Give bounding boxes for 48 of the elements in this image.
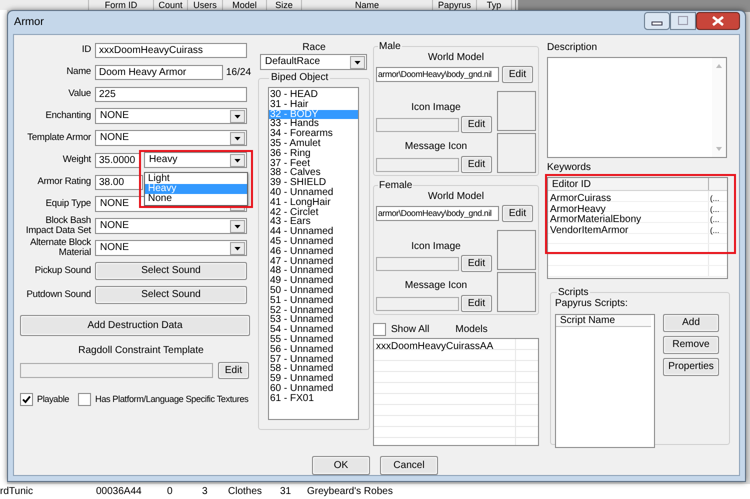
table-cell: ArmorMaterialEbony bbox=[550, 214, 642, 226]
section-label: Ragdoll Constraint Template bbox=[78, 345, 204, 357]
checkbox-label: Has Platform/Language Specific Textures bbox=[95, 393, 248, 406]
field-label: Weight bbox=[62, 155, 92, 165]
table-cell: VendorItemArmor bbox=[550, 225, 628, 236]
field-label: Papyrus Scripts: bbox=[555, 298, 629, 310]
table-cell: Greybeard's Robes bbox=[307, 486, 393, 498]
table-cell: (... bbox=[710, 194, 720, 203]
table-cell: ArmorHeavy bbox=[550, 204, 606, 215]
field-label: Putdown Sound bbox=[26, 290, 92, 300]
field-label: ID bbox=[80, 45, 92, 55]
table-cell: 00036A44 bbox=[96, 486, 142, 498]
field-label: Name bbox=[65, 67, 92, 77]
table-cell: 31 bbox=[280, 486, 292, 498]
field-label: Description bbox=[547, 42, 598, 54]
table-cell: Clothes bbox=[228, 486, 262, 498]
group-title: Biped Object bbox=[270, 72, 330, 84]
table-cell: 3 bbox=[202, 486, 208, 498]
field-label: Armor Rating bbox=[36, 177, 92, 187]
field-label: Icon Image bbox=[410, 241, 462, 253]
checkbox-label: Show All bbox=[391, 323, 430, 337]
field-label: Pickup Sound bbox=[34, 266, 92, 276]
field-label: Equip Type bbox=[44, 199, 92, 209]
table-cell: 0 bbox=[167, 486, 173, 498]
group-title: Female bbox=[378, 180, 414, 191]
field-label: Icon Image bbox=[410, 102, 462, 114]
field-label: Value bbox=[67, 89, 92, 99]
field-label: Alternate Block Material bbox=[29, 238, 92, 258]
window-title: Armor bbox=[14, 15, 44, 30]
table-cell: (... bbox=[710, 204, 720, 214]
checkbox-label: Playable bbox=[37, 393, 70, 406]
field-label: Enchanting bbox=[44, 111, 92, 121]
field-label: World Model bbox=[427, 191, 485, 202]
table-cell: rdTunic bbox=[0, 486, 33, 498]
field-label: Block Bash Impact Data Set bbox=[24, 216, 92, 236]
group-title: Scripts bbox=[557, 287, 590, 298]
field-label: Template Armor bbox=[26, 133, 92, 143]
table-cell: ArmorCuirass bbox=[550, 193, 612, 204]
table-cell: (... bbox=[710, 215, 720, 224]
field-label: World Model bbox=[427, 52, 485, 63]
group-title: Male bbox=[378, 41, 402, 52]
field-label: Keywords bbox=[547, 162, 592, 174]
column-header: Models bbox=[455, 323, 488, 337]
table-cell: (... bbox=[710, 226, 720, 236]
field-label: Message Icon bbox=[404, 141, 468, 153]
field-label: Message Icon bbox=[404, 280, 468, 292]
field-label: Race bbox=[302, 41, 326, 54]
character-counter: 16/24 bbox=[226, 66, 252, 80]
